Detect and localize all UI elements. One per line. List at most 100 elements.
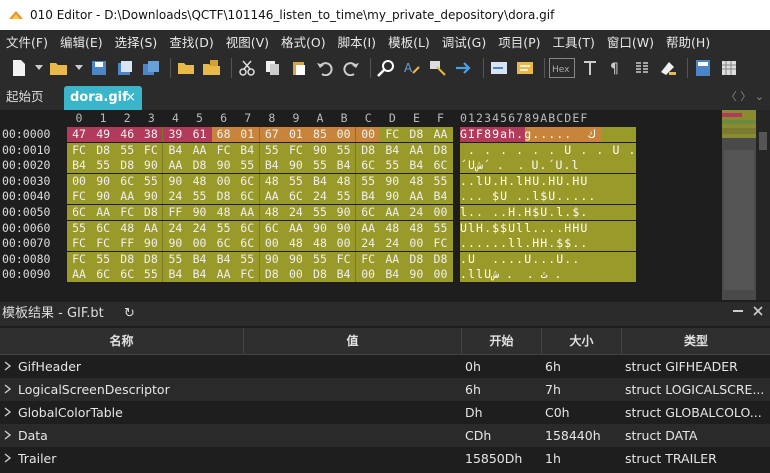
hex-byte[interactable]: 6C [235, 236, 260, 252]
hex-byte[interactable]: 55 [139, 173, 164, 189]
vertical-scrollbar[interactable] [756, 110, 770, 300]
column-name[interactable]: 名称 [0, 328, 244, 354]
hex-byte[interactable]: FC [91, 236, 116, 252]
hex-byte[interactable]: B4 [163, 142, 188, 158]
hex-byte[interactable]: 48 [211, 205, 236, 220]
hex-byte[interactable]: 01 [235, 127, 260, 142]
hex-byte[interactable]: 49 [91, 127, 116, 142]
workspace-icon[interactable] [201, 57, 223, 79]
hex-byte[interactable]: D8 [404, 127, 429, 142]
new-file-icon[interactable] [8, 57, 30, 79]
hex-byte[interactable]: 24 [404, 205, 429, 220]
hex-byte[interactable]: AA [211, 267, 236, 283]
tab-nav[interactable]: 〈 〉 ⌄ [726, 84, 764, 110]
menu-help[interactable]: 帮助(H) [660, 32, 716, 51]
menu-window[interactable]: 窗口(W) [601, 32, 660, 51]
bookmark-icon[interactable] [514, 57, 536, 79]
hex-byte[interactable]: 90 [139, 158, 164, 174]
hex-byte[interactable]: 55 [259, 142, 284, 158]
hex-byte[interactable]: 00 [356, 267, 381, 283]
paragraph-icon[interactable]: ¶ [605, 57, 627, 79]
hex-byte[interactable]: 00 [283, 267, 308, 283]
table-row[interactable]: Trailer 15850Dh 1h struct TRAILER [0, 447, 770, 470]
expand-icon[interactable] [4, 447, 14, 470]
hex-byte[interactable]: 38 [139, 127, 164, 142]
hex-byte[interactable]: 55 [139, 267, 164, 283]
hex-byte[interactable]: 6C [235, 220, 260, 236]
hex-byte[interactable]: FC [67, 236, 92, 252]
hex-byte[interactable]: D8 [404, 251, 429, 267]
hex-byte[interactable]: 00 [332, 236, 357, 252]
hex-byte[interactable]: AA [163, 158, 188, 174]
hex-byte[interactable]: 90 [307, 142, 333, 158]
hex-byte[interactable]: 6C [235, 189, 260, 205]
menu-edit[interactable]: 编辑(E) [54, 32, 109, 51]
hex-byte[interactable]: 90 [380, 189, 405, 205]
tab-start-page[interactable]: 起始页 [0, 84, 50, 110]
goto-icon[interactable] [453, 57, 475, 79]
hex-byte[interactable]: 48 [115, 220, 140, 236]
hex-byte[interactable]: B4 [235, 142, 260, 158]
ascii-table-icon[interactable] [718, 57, 740, 79]
hex-byte[interactable]: 90 [380, 173, 405, 189]
hex-byte[interactable]: B4 [404, 158, 429, 174]
hex-byte[interactable]: 24 [163, 220, 188, 236]
hex-byte[interactable]: FC [428, 236, 453, 252]
hex-byte[interactable]: B4 [428, 189, 453, 205]
hex-byte[interactable]: 6C [67, 205, 92, 220]
hex-byte[interactable]: FC [356, 251, 381, 267]
hex-byte[interactable]: D8 [139, 251, 164, 267]
dropdown-arrow-icon[interactable] [74, 57, 84, 79]
pin-icon[interactable] [732, 302, 744, 326]
hex-byte[interactable]: 48 [259, 173, 284, 189]
hex-byte[interactable]: B4 [380, 267, 405, 283]
close-icon[interactable]: × [125, 86, 136, 110]
table-row[interactable]: Data CDh 158440h struct DATA [0, 424, 770, 447]
hex-byte[interactable]: 6C [235, 173, 260, 189]
hex-byte[interactable]: FF [115, 236, 140, 252]
hex-chars[interactable]: UlH.$$Ull....HHU [460, 220, 636, 236]
hex-byte[interactable]: D8 [307, 267, 333, 283]
hex-byte[interactable]: 24 [283, 205, 308, 220]
hex-chars[interactable]: ......ll.HH.$$.. [460, 236, 636, 252]
hex-byte[interactable]: D8 [356, 142, 381, 158]
hex-byte[interactable]: 48 [307, 236, 333, 252]
hex-byte[interactable]: 6C [115, 267, 140, 283]
hex-byte[interactable]: 6C [259, 220, 284, 236]
hex-byte[interactable]: 90 [283, 251, 308, 267]
hex-byte[interactable]: 68 [211, 127, 236, 142]
hex-byte[interactable]: 6C [356, 205, 381, 220]
hex-byte[interactable]: FC [332, 251, 357, 267]
folder-icon[interactable] [175, 57, 197, 79]
hex-byte[interactable]: FC [115, 205, 140, 220]
hex-chars[interactable]: . . . . . . U . . U . . ش [460, 142, 636, 158]
highlight-icon[interactable] [657, 57, 679, 79]
hex-byte[interactable]: AA [235, 205, 260, 220]
hex-byte[interactable]: B4 [187, 251, 212, 267]
hex-byte[interactable]: 00 [187, 236, 212, 252]
hex-chars[interactable]: ... $U ..l$U..... [460, 189, 636, 205]
hex-byte[interactable]: 55 [211, 220, 236, 236]
hex-byte[interactable]: AA [187, 142, 212, 158]
redo-icon[interactable] [340, 57, 362, 79]
hex-byte[interactable]: 48 [332, 173, 357, 189]
hex-chars[interactable]: .U ....U...U.. [460, 251, 636, 267]
hex-byte[interactable]: 90 [332, 205, 357, 220]
hex-byte[interactable]: AA [428, 127, 453, 142]
hex-byte[interactable]: 90 [332, 220, 357, 236]
table-row[interactable]: GifHeader 0h 6h struct GIFHEADER [0, 355, 770, 378]
hex-byte[interactable]: AA [283, 220, 308, 236]
hex-byte[interactable]: D8 [139, 205, 164, 220]
hex-byte[interactable]: B4 [332, 158, 357, 174]
hex-byte[interactable]: 90 [404, 267, 429, 283]
close-panel-icon[interactable] [752, 302, 764, 326]
column-type[interactable]: 类型 [622, 328, 770, 354]
hex-byte[interactable]: AA [356, 220, 381, 236]
hex-byte[interactable]: B4 [187, 267, 212, 283]
hex-byte[interactable]: 6C [91, 220, 116, 236]
columns-icon[interactable] [631, 57, 653, 79]
table-row[interactable]: LogicalScreenDescriptor 6h 7h struct LOGICA… [0, 378, 770, 401]
hex-byte[interactable]: 90 [163, 236, 188, 252]
hex-byte[interactable]: 61 [187, 127, 212, 142]
undo-icon[interactable] [314, 57, 336, 79]
